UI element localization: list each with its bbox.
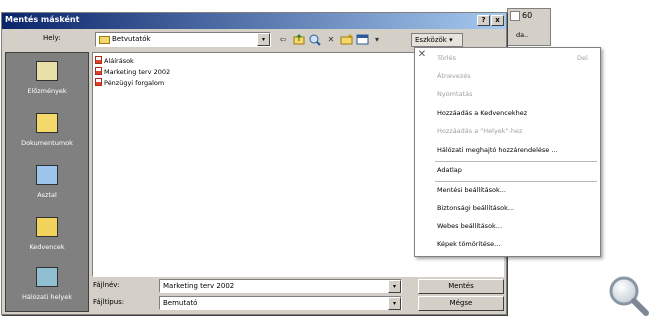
place-network[interactable]: Hálózati helyek bbox=[6, 261, 88, 311]
cancel-button[interactable]: Mégse bbox=[418, 296, 504, 311]
filetype-label: Fájltípus: bbox=[93, 298, 125, 306]
file-name: Aláírások bbox=[104, 57, 134, 65]
screenshot-stage: 60 da.. Mentés másként ? x Hely: Betvuta… bbox=[0, 0, 667, 324]
filename-field[interactable]: Marketing terv 2002 ▾ bbox=[159, 279, 402, 293]
menu-item-web-options[interactable]: Webes beállítások... bbox=[437, 222, 502, 230]
filetype-value: Bemutató bbox=[163, 299, 198, 307]
font-label[interactable]: da.. bbox=[516, 31, 528, 39]
menu-item-print[interactable]: Nyomtatás bbox=[437, 90, 472, 98]
history-icon bbox=[36, 61, 58, 81]
menu-item-add-places[interactable]: Hozzáadás a "Helyek"-hez bbox=[437, 127, 522, 135]
folder-icon bbox=[99, 36, 110, 44]
new-folder-icon[interactable] bbox=[340, 33, 354, 46]
list-item[interactable]: Pénzügyi forgalom bbox=[95, 78, 164, 88]
tools-menu-button[interactable]: Eszközök ▾ bbox=[411, 33, 463, 47]
place-documents[interactable]: Dokumentumok bbox=[6, 107, 88, 157]
place-label: Asztal bbox=[37, 191, 57, 199]
place-favorites[interactable]: Kedvencek bbox=[6, 211, 88, 261]
list-item[interactable]: Aláírások bbox=[95, 56, 134, 66]
chevron-down-icon[interactable]: ▾ bbox=[388, 297, 401, 310]
filename-value: Marketing terv 2002 bbox=[163, 282, 235, 290]
menu-item-delete[interactable]: Törlés bbox=[437, 54, 456, 62]
menu-item-add-favorites[interactable]: Hozzáadás a Kedvencekhez bbox=[437, 109, 527, 117]
menu-item-security-options[interactable]: Biztonsági beállítások... bbox=[437, 204, 514, 212]
place-label: Hálózati helyek bbox=[21, 293, 72, 301]
close-button[interactable]: x bbox=[491, 15, 504, 26]
menu-shortcut: Del bbox=[577, 54, 588, 62]
menu-item-rename[interactable]: Átnevezés bbox=[437, 72, 471, 80]
file-name: Marketing terv 2002 bbox=[104, 68, 171, 76]
powerpoint-file-icon bbox=[95, 67, 102, 75]
views-icon[interactable] bbox=[356, 33, 370, 46]
chevron-down-icon[interactable]: ▾ bbox=[257, 33, 270, 46]
menu-item-compress-pictures[interactable]: Képek tömörítése... bbox=[437, 240, 500, 248]
help-button[interactable]: ? bbox=[477, 15, 490, 26]
places-bar: Előzmények Dokumentumok Asztal Kedvencek… bbox=[5, 52, 89, 312]
menu-separator bbox=[435, 161, 597, 162]
file-name: Pénzügyi forgalom bbox=[104, 79, 165, 87]
powerpoint-file-icon bbox=[95, 78, 102, 86]
filetype-select[interactable]: Bemutató ▾ bbox=[159, 296, 402, 310]
favorites-icon bbox=[36, 217, 58, 237]
close-icon[interactable]: ✕ bbox=[417, 50, 427, 60]
location-label: Hely: bbox=[43, 34, 61, 42]
place-history[interactable]: Előzmények bbox=[6, 55, 88, 105]
up-folder-icon[interactable] bbox=[292, 33, 306, 46]
menu-item-properties[interactable]: Adatlap bbox=[437, 166, 462, 174]
delete-icon[interactable]: ✕ bbox=[324, 33, 338, 46]
toolbar-icon[interactable] bbox=[510, 11, 520, 21]
place-label: Dokumentumok bbox=[21, 139, 73, 147]
toolbar-side-strip: 60 da.. bbox=[507, 8, 551, 46]
chevron-down-icon[interactable]: ▾ bbox=[388, 280, 401, 293]
list-item[interactable]: Marketing terv 2002 bbox=[95, 67, 170, 77]
my-documents-icon bbox=[36, 113, 58, 133]
filename-label: Fájlnév: bbox=[93, 281, 120, 289]
location-combo[interactable]: Betvutatók ▾ bbox=[95, 32, 271, 47]
place-label: Kedvencek bbox=[29, 243, 65, 251]
magnifier-icon[interactable] bbox=[606, 273, 652, 319]
tools-context-menu: ✕ Törlés Del Átnevezés Nyomtatás Hozzáad… bbox=[414, 47, 601, 257]
title-bar: Mentés másként ? x bbox=[2, 13, 506, 29]
network-places-icon bbox=[36, 267, 58, 287]
window-title: Mentés másként bbox=[5, 15, 80, 24]
search-web-icon[interactable] bbox=[308, 33, 322, 46]
place-desktop[interactable]: Asztal bbox=[6, 159, 88, 209]
desktop-icon bbox=[36, 165, 58, 185]
location-value: Betvutatók bbox=[112, 35, 151, 43]
place-label: Előzmények bbox=[27, 87, 67, 95]
menu-separator bbox=[435, 181, 597, 182]
powerpoint-file-icon bbox=[95, 56, 102, 64]
menu-item-save-options[interactable]: Mentési beállítások... bbox=[437, 186, 506, 194]
back-icon[interactable]: ⇦ bbox=[276, 33, 290, 46]
menu-item-map-drive[interactable]: Hálózati meghajtó hozzárendelése ... bbox=[437, 146, 558, 154]
save-button[interactable]: Mentés bbox=[418, 279, 504, 294]
zoom-label[interactable]: 60 bbox=[522, 11, 532, 20]
chevron-down-icon[interactable]: ▾ bbox=[370, 33, 384, 46]
